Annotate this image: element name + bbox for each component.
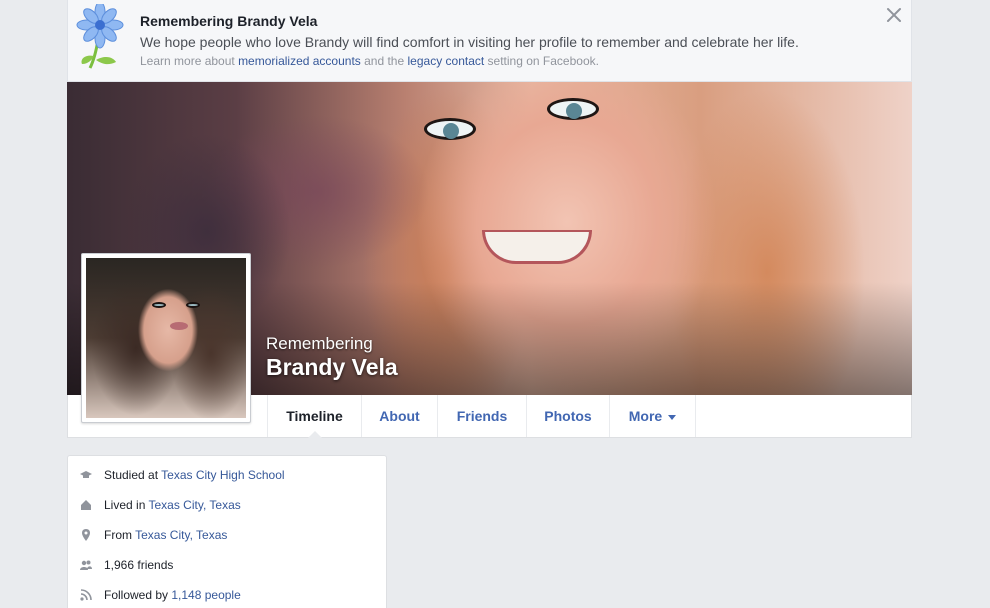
learn-mid: and the <box>360 54 408 68</box>
cover-photo-smile <box>482 230 592 264</box>
learn-suffix: setting on Facebook. <box>484 54 599 68</box>
memorialized-accounts-link[interactable]: memorialized accounts <box>238 54 361 68</box>
intro-education-prefix: Studied at <box>104 468 162 482</box>
learn-prefix: Learn more about <box>140 54 239 68</box>
friends-count[interactable]: 1,966 friends <box>104 558 173 572</box>
house-icon <box>81 500 91 510</box>
profile-picture[interactable] <box>81 253 251 423</box>
cover-subtitle: Remembering <box>266 334 373 353</box>
flower-icon <box>76 4 124 69</box>
avatar-eye-right <box>186 302 200 308</box>
friends-icon <box>80 560 92 570</box>
cover-photo-eye-left <box>424 118 476 140</box>
intro-followed-prefix: Followed by <box>104 588 172 602</box>
tab-more[interactable]: More <box>609 395 696 437</box>
lived-in-link[interactable]: Texas City, Texas <box>148 498 240 512</box>
chevron-down-icon <box>668 414 677 420</box>
tab-about[interactable]: About <box>361 395 437 437</box>
followers-link[interactable]: 1,148 people <box>171 588 240 602</box>
tab-timeline[interactable]: Timeline <box>267 395 361 438</box>
location-pin-icon <box>82 529 90 541</box>
memorial-banner: Remembering Brandy Vela We hope people w… <box>67 0 912 82</box>
graduation-cap-icon <box>80 471 92 478</box>
tab-friends[interactable]: Friends <box>437 395 526 437</box>
education-link[interactable]: Texas City High School <box>161 468 284 482</box>
tab-more-label: More <box>628 408 663 424</box>
tab-about-label: About <box>379 408 420 424</box>
tab-friends-label: Friends <box>456 408 508 424</box>
intro-from-prefix: From <box>104 528 136 542</box>
tab-photos-label: Photos <box>544 408 592 424</box>
avatar <box>86 258 246 418</box>
close-icon[interactable] <box>885 6 903 24</box>
banner-title: Remembering Brandy Vela <box>140 13 318 29</box>
legacy-contact-link[interactable]: legacy contact <box>408 54 485 68</box>
avatar-lips <box>170 322 188 330</box>
avatar-eye-left <box>152 302 166 308</box>
from-link[interactable]: Texas City, Texas <box>135 528 227 542</box>
rss-icon <box>80 589 92 601</box>
cover-photo-eye-right <box>547 98 599 120</box>
banner-learn-more: Learn more about memorialized accounts a… <box>140 54 599 68</box>
tab-photos[interactable]: Photos <box>526 395 609 437</box>
intro-card: Studied at Texas City High School Lived … <box>67 455 387 608</box>
intro-lived-prefix: Lived in <box>104 498 149 512</box>
banner-message: We hope people who love Brandy will find… <box>140 34 799 50</box>
tab-timeline-label: Timeline <box>286 408 343 424</box>
profile-name[interactable]: Brandy Vela <box>266 354 398 381</box>
